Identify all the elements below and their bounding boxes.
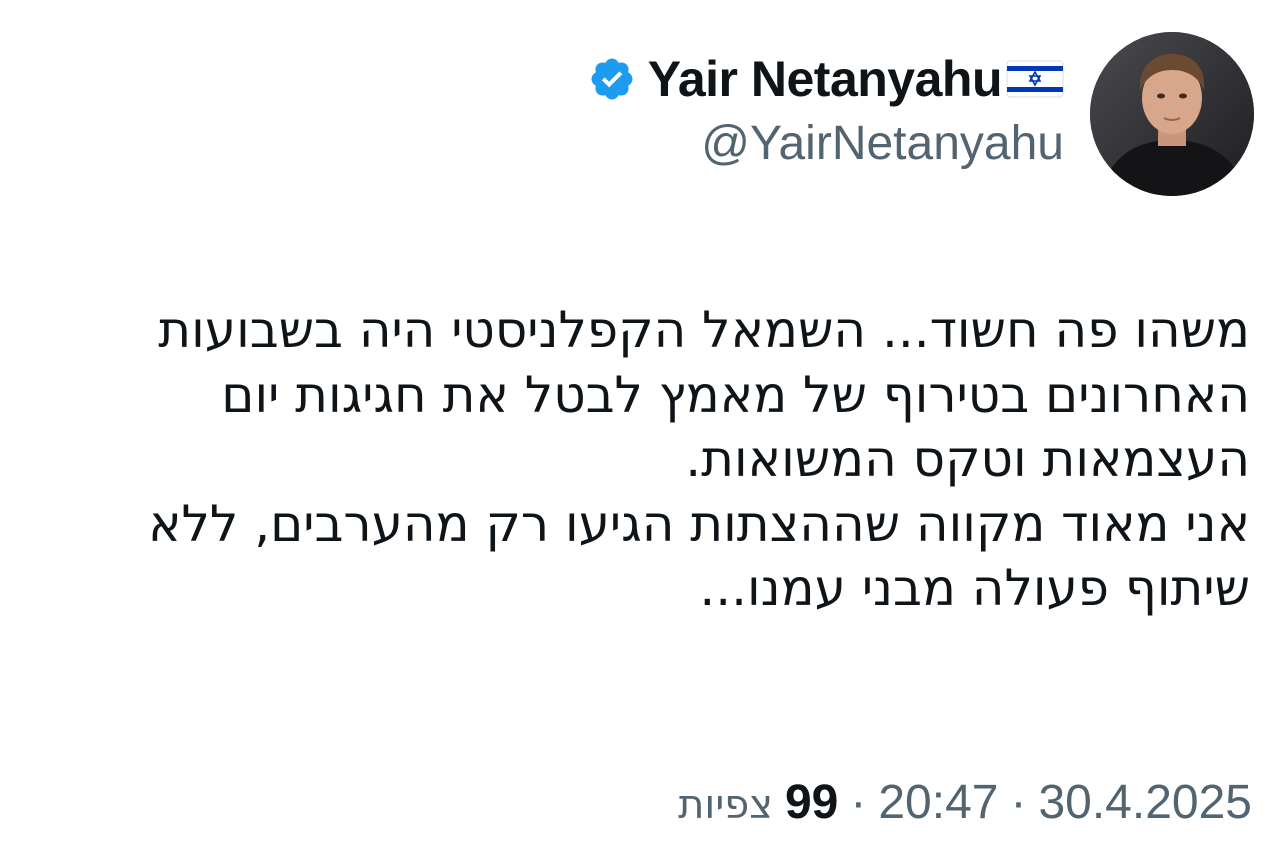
meta-separator: · (850, 776, 867, 829)
tweet-paragraph: אני מאוד מקווה שההצתות הגיעו רק מהערבים,… (148, 494, 1250, 618)
tweet-header: Yair Netanyahu @YairNetanyahu (588, 32, 1254, 196)
tweet-time[interactable]: 20:47 (878, 775, 998, 830)
verified-badge-icon (591, 58, 633, 99)
author-handle[interactable]: @YairNetanyahu (701, 116, 1064, 171)
avatar-photo (1090, 32, 1254, 196)
meta-separator: · (1010, 776, 1027, 829)
tweet-meta: 30.4.2025 · 20:47 · 99 צפיות (678, 775, 1252, 830)
avatar[interactable] (1090, 32, 1254, 196)
tweet-text: משהו פה חשוד... השמאל הקפלניסטי היה בשבו… (50, 298, 1250, 621)
views-label: צפיות (678, 782, 773, 828)
tweet-date[interactable]: 30.4.2025 (1038, 775, 1252, 830)
views-count[interactable]: 99 (785, 775, 838, 830)
display-name: Yair Netanyahu (647, 50, 1003, 107)
author-names: Yair Netanyahu @YairNetanyahu (588, 50, 1064, 171)
israel-flag-icon (1006, 60, 1064, 97)
display-name-row[interactable]: Yair Netanyahu (588, 50, 1064, 108)
tweet-paragraph: משהו פה חשוד... השמאל הקפלניסטי היה בשבו… (158, 301, 1250, 488)
